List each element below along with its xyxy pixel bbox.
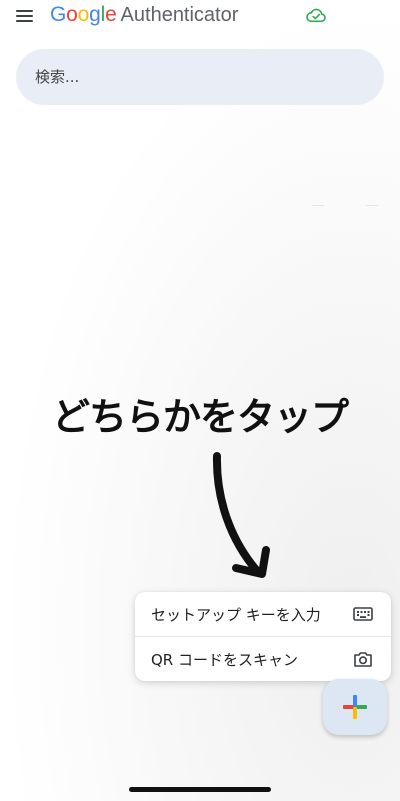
product-name: Authenticator <box>120 4 239 26</box>
brand-letter: e <box>105 3 117 26</box>
curved-arrow-down-icon <box>212 452 270 578</box>
brand-letter: o <box>66 3 78 26</box>
annotation-text: どちらかをタップ <box>51 395 349 439</box>
keyboard-icon <box>353 607 373 621</box>
menu-item-label: QR コードをスキャン <box>151 650 298 669</box>
menu-item-enter-setup-key[interactable]: セットアップ キーを入力 <box>135 592 391 636</box>
app-title: Google Authenticator <box>50 3 238 31</box>
brand-letter: G <box>50 3 67 26</box>
google-logo: Google <box>50 3 117 27</box>
brand-letter: o <box>77 3 90 26</box>
faded-list-divider <box>312 205 378 207</box>
home-indicator <box>129 787 271 792</box>
top-app-bar: Google Authenticator <box>0 0 400 34</box>
add-account-fab[interactable] <box>323 679 387 735</box>
authenticator-screen: Google Authenticator どちらかをタップ セットアップ キーを… <box>0 0 400 801</box>
add-account-menu: セットアップ キーを入力 QR コードをスキャン <box>135 592 391 681</box>
search-bar[interactable] <box>16 49 384 105</box>
hamburger-menu-icon[interactable] <box>16 9 34 23</box>
plus-icon <box>343 695 367 719</box>
search-input[interactable] <box>33 67 357 87</box>
cloud-check-icon[interactable] <box>305 6 327 24</box>
camera-icon <box>354 652 372 667</box>
menu-item-scan-qr-code[interactable]: QR コードをスキャン <box>135 637 391 681</box>
menu-item-label: セットアップ キーを入力 <box>151 605 321 624</box>
brand-letter: g <box>89 3 101 26</box>
